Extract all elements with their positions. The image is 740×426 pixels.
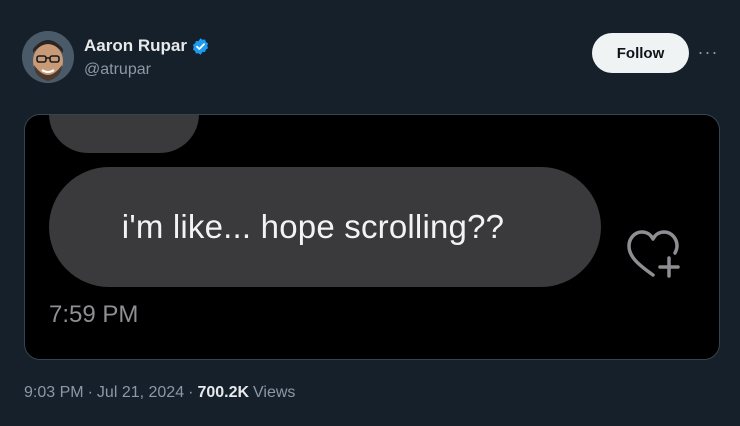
post-time[interactable]: 9:03 PM bbox=[24, 384, 84, 402]
message-timestamp: 7:59 PM bbox=[49, 301, 139, 328]
previous-message-bubble bbox=[49, 115, 199, 153]
avatar[interactable] bbox=[22, 31, 74, 83]
avatar-image bbox=[22, 31, 74, 83]
tweet: Aaron Rupar @atrupar Follow ··· i'm like… bbox=[0, 0, 740, 426]
meta-separator: · bbox=[87, 384, 93, 401]
message-bubble: i'm like... hope scrolling?? bbox=[49, 167, 601, 287]
heart-plus-icon bbox=[627, 230, 680, 278]
post-date[interactable]: Jul 21, 2024 bbox=[97, 384, 184, 402]
follow-button[interactable]: Follow bbox=[592, 33, 689, 73]
message-text: i'm like... hope scrolling?? bbox=[121, 208, 505, 245]
tweet-meta: 9:03 PM · Jul 21, 2024 · 700.2K Views bbox=[24, 384, 295, 402]
more-options-icon[interactable]: ··· bbox=[694, 40, 722, 64]
verified-badge-icon bbox=[191, 37, 210, 56]
views-count: 700.2K bbox=[197, 384, 250, 401]
views-label: Views bbox=[253, 384, 296, 401]
meta-separator: · bbox=[188, 384, 194, 401]
author-name-row: Aaron Rupar bbox=[84, 36, 210, 56]
tweet-media-screenshot[interactable]: i'm like... hope scrolling?? 7:59 PM bbox=[24, 114, 720, 360]
author-name[interactable]: Aaron Rupar bbox=[84, 36, 187, 56]
author-handle[interactable]: @atrupar bbox=[84, 61, 151, 79]
